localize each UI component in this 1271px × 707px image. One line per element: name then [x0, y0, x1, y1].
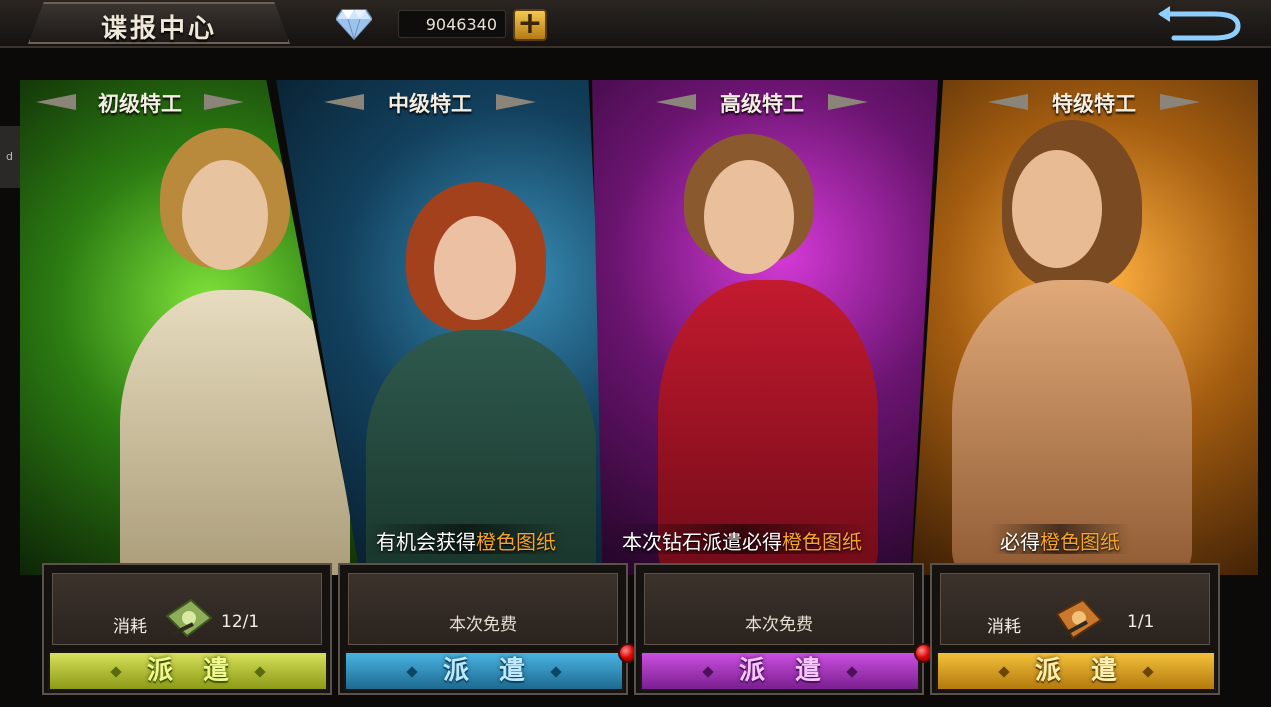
diamond-icon: [336, 9, 372, 40]
panel-label-junior: 初级特工: [36, 88, 244, 120]
agent-panel-senior[interactable]: [592, 80, 938, 575]
agent-panel-elite[interactable]: [912, 80, 1258, 575]
green-blueprint-icon: [165, 598, 213, 638]
orange-blueprint-icon: [1055, 598, 1103, 640]
panel-label-intermediate: 中级特工: [324, 88, 536, 120]
panel-label-elite: 特级特工: [988, 88, 1200, 120]
free-label: 本次免费: [449, 615, 517, 635]
dispatch-card-elite: 消耗 1/1 派遣: [930, 563, 1220, 695]
top-bar: 谍报中心 9046340 +: [0, 0, 1271, 48]
plus-icon: +: [517, 6, 543, 41]
right-wing-icon: [1160, 94, 1200, 110]
back-arrow-icon: [1158, 6, 1241, 41]
cost-box: 本次免费: [348, 573, 618, 645]
left-wing-icon: [36, 94, 76, 110]
reward-caption-senior: 本次钻石派遣必得橙色图纸: [612, 524, 872, 554]
free-label: 本次免费: [745, 615, 813, 635]
left-wing-icon: [656, 94, 696, 110]
cost-box: 本次免费: [644, 573, 914, 645]
dispatch-card-junior: 消耗 12/1 派遣: [42, 563, 332, 695]
side-tab-label: d: [6, 150, 13, 163]
title-plate: 谍报中心: [28, 2, 290, 44]
cost-label: 消耗: [987, 617, 1021, 637]
page-title: 谍报中心: [100, 14, 217, 44]
add-diamonds-button[interactable]: +: [513, 9, 547, 41]
cost-label: 消耗: [113, 617, 147, 637]
dispatch-card-senior: 本次免费 派遣: [634, 563, 934, 695]
dispatch-button-intermediate[interactable]: 派遣: [344, 651, 624, 691]
cost-box: 消耗 12/1: [52, 573, 322, 645]
reward-caption-elite: 必得橙色图纸: [990, 524, 1130, 554]
right-wing-icon: [204, 94, 244, 110]
reward-caption-intermediate: 有机会获得橙色图纸: [366, 524, 566, 554]
cost-value: 1/1: [1127, 612, 1155, 632]
right-wing-icon: [828, 94, 868, 110]
dispatch-button-elite[interactable]: 派遣: [936, 651, 1216, 691]
cost-box: 消耗 1/1: [940, 573, 1210, 645]
back-button[interactable]: [1156, 2, 1246, 42]
diamond-balance: 9046340: [398, 10, 506, 38]
dispatch-button-junior[interactable]: 派遣: [48, 651, 328, 691]
left-wing-icon: [988, 94, 1028, 110]
dispatch-card-intermediate: 本次免费 派遣: [338, 563, 638, 695]
right-wing-icon: [496, 94, 536, 110]
cost-value: 12/1: [221, 612, 260, 632]
dispatch-button-senior[interactable]: 派遣: [640, 651, 920, 691]
left-wing-icon: [324, 94, 364, 110]
panel-label-senior: 高级特工: [656, 88, 868, 120]
